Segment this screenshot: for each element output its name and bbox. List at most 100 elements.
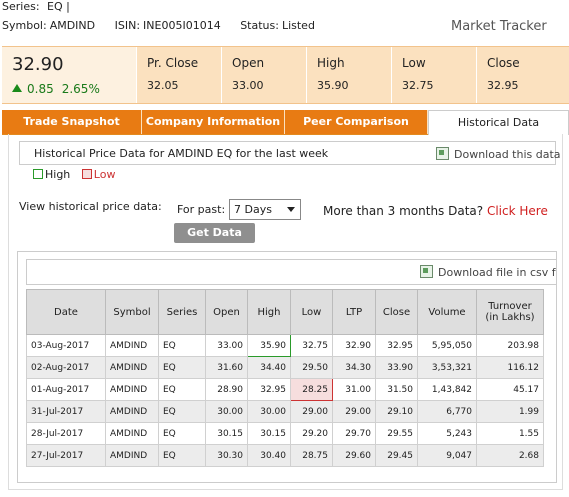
prev-close-cell: Pr. Close 32.05: [136, 47, 221, 103]
download-csv-label: Download file in csv format: [438, 266, 556, 279]
cell-turnover: 2.68: [476, 444, 544, 467]
col-series: Series: [158, 289, 206, 335]
more-data-text: More than 3 months Data? Click Here: [323, 204, 548, 218]
legend: High Low: [33, 168, 115, 181]
col-high: High: [247, 289, 291, 335]
cell-open: 31.60: [205, 356, 248, 379]
cell-close: 32.95: [375, 334, 418, 357]
table-container: Download file in csv format Date Symbol …: [17, 251, 557, 483]
col-volume: Volume: [417, 289, 477, 335]
cell-low: 28.25: [290, 378, 333, 401]
open-cell: Open 33.00: [221, 47, 306, 103]
cell-ltp: 31.00: [332, 378, 376, 401]
price-bar: 32.90 0.85 2.65% Pr. Close 32.05 Open 33.…: [2, 46, 569, 104]
market-tracker-link[interactable]: Market Tracker: [451, 19, 547, 34]
prev-close-label: Pr. Close: [147, 56, 199, 70]
cell-high: 30.15: [247, 422, 291, 445]
cell-ltp: 29.00: [332, 400, 376, 423]
close-value: 32.95: [487, 79, 519, 92]
status-value: Listed: [281, 19, 315, 32]
cell-volume: 5,243: [417, 422, 477, 445]
high-legend-swatch: [33, 169, 43, 179]
for-past-label: For past:: [177, 203, 226, 216]
cell-symbol: AMDIND: [105, 422, 159, 445]
get-data-button[interactable]: Get Data: [174, 223, 255, 243]
download-data-label: Download this data: [454, 148, 561, 161]
table-row: 02-Aug-2017 AMDIND EQ 31.60 34.40 29.50 34.30 3…: [26, 356, 544, 379]
col-low: Low: [290, 289, 333, 335]
cell-series: EQ: [158, 400, 206, 423]
table-row: 31-Jul-2017 AMDIND EQ 30.00 30.00 29.00 29.00 2…: [26, 400, 544, 423]
table-body: 03-Aug-2017 AMDIND EQ 33.00 35.90 32.75 32.90 3…: [26, 334, 544, 467]
cell-low: 32.75: [290, 334, 333, 357]
cell-turnover: 45.17: [476, 378, 544, 401]
status-label: Status:: [240, 19, 279, 32]
spreadsheet-icon: [436, 147, 449, 160]
cell-high: 30.40: [247, 444, 291, 467]
ltp-change: 0.85 2.65%: [12, 82, 100, 96]
chevron-down-icon: [287, 207, 295, 212]
cell-turnover: 203.98: [476, 334, 544, 357]
cell-volume: 9,047: [417, 444, 477, 467]
cell-low: 29.00: [290, 400, 333, 423]
low-cell: Low 32.75: [391, 47, 476, 103]
high-value: 35.90: [317, 79, 349, 92]
period-select[interactable]: 7 Days: [229, 199, 301, 220]
col-turnover: Turnover (in Lakhs): [476, 289, 544, 335]
tab-trade-snapshot[interactable]: Trade Snapshot: [2, 110, 142, 134]
download-csv-link[interactable]: Download file in csv format: [420, 265, 556, 279]
view-historical-label: View historical price data:: [19, 200, 162, 213]
tab-company-information[interactable]: Company Information: [142, 110, 285, 134]
cell-symbol: AMDIND: [105, 400, 159, 423]
col-symbol: Symbol: [105, 289, 159, 335]
tab-peer-comparison[interactable]: Peer Comparison: [285, 110, 428, 134]
high-legend-label: High: [45, 168, 71, 181]
cell-date: 01-Aug-2017: [26, 378, 106, 401]
cell-date: 31-Jul-2017: [26, 400, 106, 423]
cell-volume: 6,770: [417, 400, 477, 423]
cell-series: EQ: [158, 334, 206, 357]
csv-download-bar: Download file in csv format: [26, 259, 556, 285]
click-here-link[interactable]: Click Here: [487, 204, 548, 218]
table-row: 28-Jul-2017 AMDIND EQ 30.15 30.15 29.20 29.70 2…: [26, 422, 544, 445]
cell-turnover: 1.99: [476, 400, 544, 423]
cell-high: 32.95: [247, 378, 291, 401]
cell-close: 29.10: [375, 400, 418, 423]
tab-bar: Trade Snapshot Company Information Peer …: [2, 110, 569, 135]
cell-series: EQ: [158, 444, 206, 467]
historical-table: Date Symbol Series Open High Low LTP Clo…: [26, 289, 544, 467]
cell-symbol: AMDIND: [105, 444, 159, 467]
close-cell: Close 32.95: [476, 47, 569, 103]
low-legend-label: Low: [93, 168, 116, 181]
cell-open: 30.30: [205, 444, 248, 467]
ltp-box: 32.90 0.85 2.65%: [2, 47, 136, 103]
table-row: 03-Aug-2017 AMDIND EQ 33.00 35.90 32.75 32.90 3…: [26, 334, 544, 357]
historical-panel: Historical Price Data for AMDIND EQ for …: [8, 134, 563, 490]
ltp-value: 32.90: [12, 54, 64, 75]
cell-high: 30.00: [247, 400, 291, 423]
isin-value: INE005I01014: [143, 19, 221, 32]
symbol-value: AMDIND: [49, 19, 96, 32]
cell-date: 02-Aug-2017: [26, 356, 106, 379]
cell-open: 33.00: [205, 334, 248, 357]
download-data-link[interactable]: Download this data: [436, 147, 561, 161]
change-percent: 2.65%: [61, 82, 100, 96]
high-label: High: [317, 56, 345, 70]
cell-close: 29.45: [375, 444, 418, 467]
cell-date: 28-Jul-2017: [26, 422, 106, 445]
table-row: 01-Aug-2017 AMDIND EQ 28.90 32.95 28.25 31.00 3…: [26, 378, 544, 401]
low-label: Low: [402, 56, 426, 70]
tab-historical-data[interactable]: Historical Data: [428, 110, 569, 135]
cell-low: 29.20: [290, 422, 333, 445]
cell-series: EQ: [158, 422, 206, 445]
prev-close-value: 32.05: [147, 79, 179, 92]
col-date: Date: [26, 289, 106, 335]
period-select-value: 7 Days: [234, 203, 272, 216]
cell-turnover: 1.55: [476, 422, 544, 445]
col-ltp: LTP: [332, 289, 376, 335]
cell-symbol: AMDIND: [105, 356, 159, 379]
cell-high: 35.90: [247, 334, 291, 357]
cell-close: 31.50: [375, 378, 418, 401]
more-data-label: More than 3 months Data?: [323, 204, 484, 218]
symbol-label: Symbol:: [2, 19, 47, 32]
